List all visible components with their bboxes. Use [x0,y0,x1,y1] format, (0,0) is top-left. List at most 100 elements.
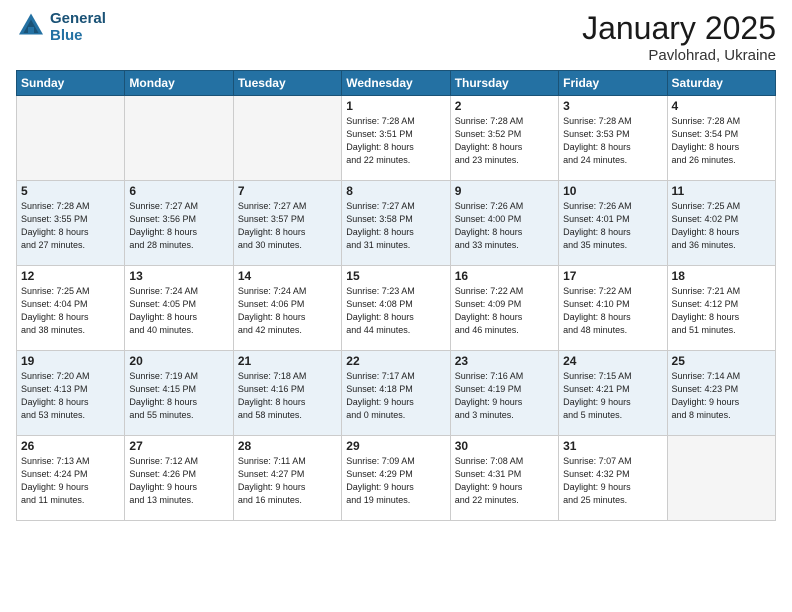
day-info: Sunrise: 7:24 AMSunset: 4:05 PMDaylight:… [129,285,228,337]
calendar-cell: 3 Sunrise: 7:28 AMSunset: 3:53 PMDaylight… [559,96,667,181]
calendar-cell: 10Sunrise: 7:26 AMSunset: 4:01 PMDayligh… [559,181,667,266]
day-number: 12 [21,269,120,283]
day-number: 11 [672,184,771,198]
calendar-cell: 1 Sunrise: 7:28 AMSunset: 3:51 PMDaylight… [342,96,450,181]
calendar-cell: 15 Sunrise: 7:23 AMSunset: 4:08 PMDayligh… [342,266,450,351]
logo-icon [16,12,46,42]
calendar-cell: 7Sunrise: 7:27 AMSunset: 3:57 PMDaylight… [233,181,341,266]
calendar-cell: 2 Sunrise: 7:28 AMSunset: 3:52 PMDaylight… [450,96,558,181]
day-number: 4 [672,99,771,113]
day-number: 25 [672,354,771,368]
logo: General Blue [16,10,106,44]
day-info: Sunrise: 7:19 AMSunset: 4:15 PMDaylight:… [129,370,228,422]
day-info: Sunrise: 7:22 AMSunset: 4:09 PMDaylight:… [455,285,554,337]
day-info: Sunrise: 7:13 AMSunset: 4:24 PMDaylight:… [21,455,120,507]
day-number: 26 [21,439,120,453]
calendar-cell: 20 Sunrise: 7:19 AMSunset: 4:15 PMDayligh… [125,351,233,436]
calendar-cell: 14 Sunrise: 7:24 AMSunset: 4:06 PMDayligh… [233,266,341,351]
calendar-cell: 22Sunrise: 7:17 AMSunset: 4:18 PMDayligh… [342,351,450,436]
day-number: 23 [455,354,554,368]
day-number: 1 [346,99,445,113]
calendar-cell: 9Sunrise: 7:26 AMSunset: 4:00 PMDaylight… [450,181,558,266]
day-info: Sunrise: 7:28 AMSunset: 3:53 PMDaylight:… [563,115,662,167]
calendar-cell: 25 Sunrise: 7:14 AMSunset: 4:23 PMDayligh… [667,351,775,436]
day-number: 18 [672,269,771,283]
day-info: Sunrise: 7:21 AMSunset: 4:12 PMDaylight:… [672,285,771,337]
calendar-cell: 17Sunrise: 7:22 AMSunset: 4:10 PMDayligh… [559,266,667,351]
calendar-cell: 5Sunrise: 7:28 AMSunset: 3:55 PMDaylight… [17,181,125,266]
day-number: 3 [563,99,662,113]
calendar-cell: 27 Sunrise: 7:12 AMSunset: 4:26 PMDayligh… [125,436,233,521]
day-number: 8 [346,184,445,198]
day-info: Sunrise: 7:12 AMSunset: 4:26 PMDaylight:… [129,455,228,507]
col-friday: Friday [559,71,667,96]
calendar-cell: 19 Sunrise: 7:20 AMSunset: 4:13 PMDayligh… [17,351,125,436]
header: General Blue January 2025 Pavlohrad, Ukr… [16,10,776,64]
calendar-cell: 12Sunrise: 7:25 AMSunset: 4:04 PMDayligh… [17,266,125,351]
day-number: 30 [455,439,554,453]
day-number: 13 [129,269,228,283]
col-thursday: Thursday [450,71,558,96]
calendar-cell: 13 Sunrise: 7:24 AMSunset: 4:05 PMDayligh… [125,266,233,351]
day-info: Sunrise: 7:28 AMSunset: 3:51 PMDaylight:… [346,115,445,167]
day-info: Sunrise: 7:25 AMSunset: 4:02 PMDaylight:… [672,200,771,252]
month-title: January 2025 [582,10,776,47]
day-info: Sunrise: 7:14 AMSunset: 4:23 PMDaylight:… [672,370,771,422]
day-info: Sunrise: 7:28 AMSunset: 3:52 PMDaylight:… [455,115,554,167]
day-number: 27 [129,439,228,453]
day-number: 21 [238,354,337,368]
calendar-cell [17,96,125,181]
day-number: 20 [129,354,228,368]
calendar-cell: 26 Sunrise: 7:13 AMSunset: 4:24 PMDayligh… [17,436,125,521]
title-block: January 2025 Pavlohrad, Ukraine [582,10,776,64]
day-number: 2 [455,99,554,113]
day-number: 9 [455,184,554,198]
calendar-week-row: 26 Sunrise: 7:13 AMSunset: 4:24 PMDayligh… [17,436,776,521]
day-info: Sunrise: 7:23 AMSunset: 4:08 PMDaylight:… [346,285,445,337]
calendar-week-row: 19 Sunrise: 7:20 AMSunset: 4:13 PMDayligh… [17,351,776,436]
day-info: Sunrise: 7:08 AMSunset: 4:31 PMDaylight:… [455,455,554,507]
day-info: Sunrise: 7:27 AMSunset: 3:57 PMDaylight:… [238,200,337,252]
day-info: Sunrise: 7:28 AMSunset: 3:55 PMDaylight:… [21,200,120,252]
col-monday: Monday [125,71,233,96]
page-container: General Blue January 2025 Pavlohrad, Ukr… [0,0,792,531]
calendar-cell: 29 Sunrise: 7:09 AMSunset: 4:29 PMDayligh… [342,436,450,521]
calendar-cell: 6Sunrise: 7:27 AMSunset: 3:56 PMDaylight… [125,181,233,266]
col-sunday: Sunday [17,71,125,96]
col-saturday: Saturday [667,71,775,96]
day-info: Sunrise: 7:28 AMSunset: 3:54 PMDaylight:… [672,115,771,167]
calendar-header-row: Sunday Monday Tuesday Wednesday Thursday… [17,71,776,96]
day-number: 22 [346,354,445,368]
calendar-cell: 16 Sunrise: 7:22 AMSunset: 4:09 PMDayligh… [450,266,558,351]
day-number: 19 [21,354,120,368]
day-info: Sunrise: 7:24 AMSunset: 4:06 PMDaylight:… [238,285,337,337]
calendar-cell [667,436,775,521]
calendar-cell: 21 Sunrise: 7:18 AMSunset: 4:16 PMDayligh… [233,351,341,436]
calendar-cell: 30 Sunrise: 7:08 AMSunset: 4:31 PMDayligh… [450,436,558,521]
day-info: Sunrise: 7:18 AMSunset: 4:16 PMDaylight:… [238,370,337,422]
day-number: 6 [129,184,228,198]
day-number: 24 [563,354,662,368]
day-number: 10 [563,184,662,198]
day-number: 14 [238,269,337,283]
calendar: Sunday Monday Tuesday Wednesday Thursday… [16,70,776,521]
calendar-cell: 8Sunrise: 7:27 AMSunset: 3:58 PMDaylight… [342,181,450,266]
calendar-week-row: 5Sunrise: 7:28 AMSunset: 3:55 PMDaylight… [17,181,776,266]
day-info: Sunrise: 7:20 AMSunset: 4:13 PMDaylight:… [21,370,120,422]
calendar-cell [233,96,341,181]
calendar-cell: 24Sunrise: 7:15 AMSunset: 4:21 PMDayligh… [559,351,667,436]
calendar-cell: 4 Sunrise: 7:28 AMSunset: 3:54 PMDaylight… [667,96,775,181]
logo-text: General Blue [50,10,106,44]
calendar-cell: 23Sunrise: 7:16 AMSunset: 4:19 PMDayligh… [450,351,558,436]
day-info: Sunrise: 7:09 AMSunset: 4:29 PMDaylight:… [346,455,445,507]
calendar-cell: 28 Sunrise: 7:11 AMSunset: 4:27 PMDayligh… [233,436,341,521]
day-info: Sunrise: 7:07 AMSunset: 4:32 PMDaylight:… [563,455,662,507]
day-number: 15 [346,269,445,283]
day-info: Sunrise: 7:11 AMSunset: 4:27 PMDaylight:… [238,455,337,507]
day-number: 29 [346,439,445,453]
day-number: 28 [238,439,337,453]
calendar-week-row: 12Sunrise: 7:25 AMSunset: 4:04 PMDayligh… [17,266,776,351]
day-number: 17 [563,269,662,283]
day-number: 16 [455,269,554,283]
calendar-cell: 31Sunrise: 7:07 AMSunset: 4:32 PMDayligh… [559,436,667,521]
